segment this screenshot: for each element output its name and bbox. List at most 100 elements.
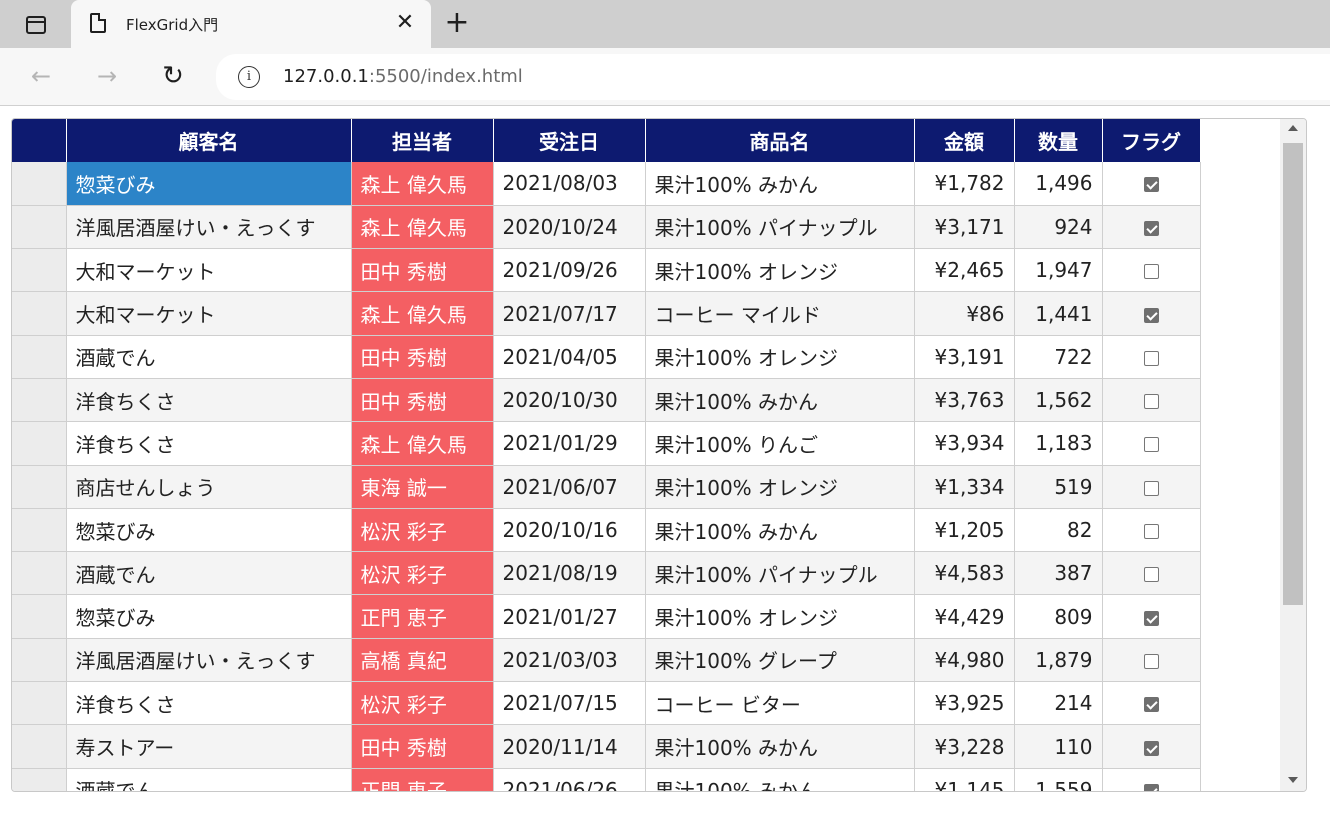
cell-quantity[interactable]: 1,559 [1014,768,1103,791]
cell-customer[interactable]: 惣菜びみ [66,508,352,553]
table-row[interactable]: 大和マーケット 森上 偉久馬 2021/07/17 コーヒー マイルド ¥86 1,441 [12,291,1201,336]
cell-product[interactable]: 果汁100% りんご [645,421,915,466]
row-header[interactable] [12,465,67,509]
cell-customer[interactable]: 酒蔵でん [66,768,352,791]
cell-date[interactable]: 2021/08/19 [493,551,646,596]
table-row[interactable]: 洋風居酒屋けい・えっくす 高橋 真紀 2021/03/03 果汁100% グレープ ¥4… [12,638,1201,683]
cell-amount[interactable]: ¥4,583 [914,551,1015,596]
cell-date[interactable]: 2021/08/03 [493,162,646,206]
cell-flag[interactable] [1102,378,1201,423]
scrollbar-thumb[interactable] [1283,143,1303,605]
row-header[interactable] [12,768,67,791]
cell-staff[interactable]: 森上 偉久馬 [351,205,494,250]
cell-product[interactable]: 果汁100% パイナップル [645,205,915,250]
cell-product[interactable]: 果汁100% オレンジ [645,248,915,293]
cell-product[interactable]: 果汁100% みかん [645,724,915,769]
row-header[interactable] [12,378,67,423]
cell-staff[interactable]: 高橋 真紀 [351,638,494,683]
flag-checkbox[interactable] [1143,567,1159,583]
cell-staff[interactable]: 田中 秀樹 [351,335,494,379]
close-tab-button[interactable]: ✕ [393,10,417,36]
cell-product[interactable]: 果汁100% オレンジ [645,594,915,639]
cell-product[interactable]: 果汁100% オレンジ [645,335,915,379]
flag-checkbox[interactable] [1143,653,1159,669]
cell-flag[interactable] [1102,421,1201,466]
info-icon[interactable]: i [238,66,260,88]
column-header-flag[interactable]: フラグ [1102,119,1201,162]
row-header[interactable] [12,291,67,336]
cell-flag[interactable] [1102,291,1201,336]
cell-amount[interactable]: ¥3,763 [914,378,1015,423]
cell-quantity[interactable]: 1,441 [1014,291,1103,336]
flag-checkbox[interactable] [1143,610,1159,626]
cell-amount[interactable]: ¥86 [914,291,1015,336]
cell-customer[interactable]: 酒蔵でん [66,551,352,596]
cell-staff[interactable]: 田中 秀樹 [351,724,494,769]
row-header[interactable] [12,248,67,293]
cell-amount[interactable]: ¥4,980 [914,638,1015,683]
cell-date[interactable]: 2020/10/30 [493,378,646,423]
column-header-amount[interactable]: 金額 [914,119,1015,162]
flexgrid[interactable]: 顧客名 担当者 受注日 商品名 金額 数量 フラグ 惣菜びみ 森上 偉久馬 2021… [11,118,1307,792]
vertical-scrollbar[interactable] [1280,119,1306,791]
cell-customer[interactable]: 洋食ちくさ [66,421,352,466]
cell-product[interactable]: 果汁100% みかん [645,508,915,553]
cell-customer[interactable]: 酒蔵でん [66,335,352,379]
cell-quantity[interactable]: 1,496 [1014,162,1103,206]
table-row[interactable]: 洋食ちくさ 森上 偉久馬 2021/01/29 果汁100% りんご ¥3,934 1,1… [12,421,1201,466]
cell-date[interactable]: 2021/01/27 [493,594,646,639]
row-header[interactable] [12,638,67,683]
cell-customer[interactable]: 洋風居酒屋けい・えっくす [66,205,352,250]
cell-quantity[interactable]: 1,562 [1014,378,1103,423]
cell-date[interactable]: 2021/01/29 [493,421,646,466]
cell-amount[interactable]: ¥1,205 [914,508,1015,553]
cell-product[interactable]: 果汁100% グレープ [645,638,915,683]
flag-checkbox[interactable] [1143,524,1159,540]
cell-flag[interactable] [1102,248,1201,293]
cell-quantity[interactable]: 110 [1014,724,1103,769]
cell-date[interactable]: 2021/09/26 [493,248,646,293]
cell-amount[interactable]: ¥1,334 [914,465,1015,509]
cell-staff[interactable]: 森上 偉久馬 [351,421,494,466]
table-row[interactable]: 酒蔵でん 正門 恵子 2021/06/26 果汁100% みかん ¥1,145 1,559 [12,768,1201,791]
cell-amount[interactable]: ¥3,925 [914,681,1015,726]
cell-flag[interactable] [1102,638,1201,683]
cell-flag[interactable] [1102,768,1201,791]
cell-quantity[interactable]: 924 [1014,205,1103,250]
cell-flag[interactable] [1102,681,1201,726]
cell-date[interactable]: 2021/07/17 [493,291,646,336]
cell-date[interactable]: 2021/06/07 [493,465,646,509]
cell-customer[interactable]: 洋食ちくさ [66,681,352,726]
table-row[interactable]: 惣菜びみ 正門 恵子 2021/01/27 果汁100% オレンジ ¥4,429 809 [12,594,1201,639]
cell-flag[interactable] [1102,465,1201,509]
scroll-down-arrow-icon[interactable] [1288,777,1298,783]
cell-staff[interactable]: 田中 秀樹 [351,378,494,423]
forward-arrow-icon[interactable]: → [91,60,123,92]
cell-customer[interactable]: 大和マーケット [66,248,352,293]
flag-checkbox[interactable] [1143,177,1159,193]
url-text[interactable]: 127.0.0.1:5500/index.html [283,66,523,87]
cell-staff[interactable]: 田中 秀樹 [351,248,494,293]
cell-customer[interactable]: 寿ストアー [66,724,352,769]
table-row[interactable]: 酒蔵でん 田中 秀樹 2021/04/05 果汁100% オレンジ ¥3,191 722 [12,335,1201,379]
cell-amount[interactable]: ¥3,171 [914,205,1015,250]
cell-quantity[interactable]: 1,879 [1014,638,1103,683]
cell-date[interactable]: 2021/06/26 [493,768,646,791]
cell-quantity[interactable]: 82 [1014,508,1103,553]
cell-staff[interactable]: 森上 偉久馬 [351,291,494,336]
row-header[interactable] [12,508,67,553]
cell-flag[interactable] [1102,551,1201,596]
back-arrow-icon[interactable]: ← [25,60,57,92]
new-tab-button[interactable]: + [443,8,471,38]
cell-flag[interactable] [1102,594,1201,639]
table-row[interactable]: 洋食ちくさ 田中 秀樹 2020/10/30 果汁100% みかん ¥3,763 1,56… [12,378,1201,423]
cell-quantity[interactable]: 809 [1014,594,1103,639]
cell-flag[interactable] [1102,335,1201,379]
cell-customer[interactable]: 商店せんしょう [66,465,352,509]
flag-checkbox[interactable] [1143,437,1159,453]
cell-flag[interactable] [1102,724,1201,769]
cell-amount[interactable]: ¥3,191 [914,335,1015,379]
cell-amount[interactable]: ¥2,465 [914,248,1015,293]
cell-product[interactable]: 果汁100% みかん [645,378,915,423]
table-row[interactable]: 寿ストアー 田中 秀樹 2020/11/14 果汁100% みかん ¥3,228 110 [12,724,1201,769]
